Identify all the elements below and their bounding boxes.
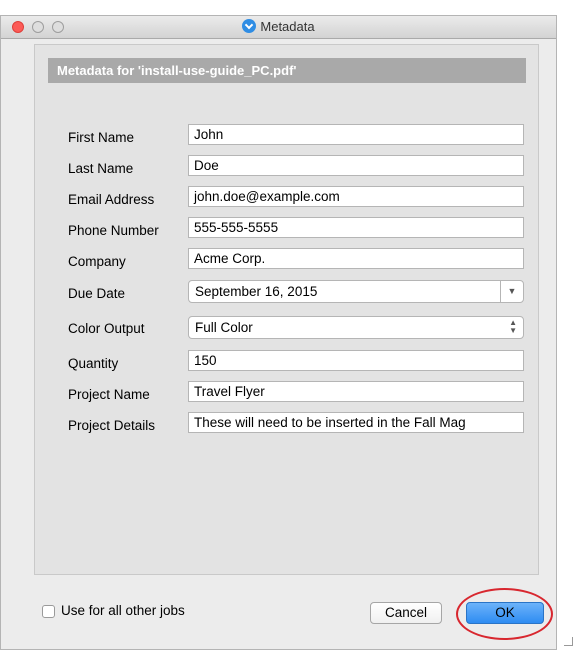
email-field[interactable]: john.doe@example.com — [188, 186, 524, 207]
quantity-label: Quantity — [68, 356, 119, 371]
ok-highlight-circle — [456, 588, 553, 640]
project-details-field[interactable]: These will need to be inserted in the Fa… — [188, 412, 524, 433]
last-name-label: Last Name — [68, 161, 134, 176]
last-name-field[interactable]: Doe — [188, 155, 524, 176]
first-name-label: First Name — [68, 130, 135, 145]
first-name-field[interactable]: John — [188, 124, 524, 145]
chevron-down-icon[interactable]: ▼ — [500, 281, 523, 302]
due-date-label: Due Date — [68, 286, 126, 301]
resize-grip-icon[interactable] — [564, 637, 573, 646]
color-output-value: Full Color — [195, 320, 253, 335]
app-check-icon — [242, 19, 257, 33]
company-field[interactable]: Acme Corp. — [188, 248, 524, 269]
quantity-field[interactable]: 150 — [188, 350, 524, 371]
up-down-arrows-icon: ▲ ▼ — [509, 318, 517, 335]
use-for-all-jobs-label[interactable]: Use for all other jobs — [61, 603, 185, 618]
use-for-all-jobs-checkbox[interactable] — [42, 605, 55, 618]
color-output-select[interactable]: Full Color ▲ ▼ — [188, 316, 524, 339]
due-date-combo[interactable]: September 16, 2015 ▼ — [188, 280, 524, 303]
title-bar[interactable]: Metadata — [1, 16, 556, 39]
phone-field[interactable]: 555-555-5555 — [188, 217, 524, 238]
company-label: Company — [68, 254, 126, 269]
project-name-label: Project Name — [68, 387, 150, 402]
window-title: Metadata — [260, 19, 315, 34]
email-label: Email Address — [68, 192, 155, 207]
project-name-field[interactable]: Travel Flyer — [188, 381, 524, 402]
color-output-label: Color Output — [68, 321, 145, 336]
project-details-label: Project Details — [68, 418, 156, 433]
cancel-button[interactable]: Cancel — [370, 602, 442, 624]
panel-header: Metadata for 'install-use-guide_PC.pdf' — [48, 58, 526, 83]
phone-label: Phone Number — [68, 223, 159, 238]
due-date-value: September 16, 2015 — [195, 284, 318, 299]
window-title-group: Metadata — [1, 19, 556, 34]
